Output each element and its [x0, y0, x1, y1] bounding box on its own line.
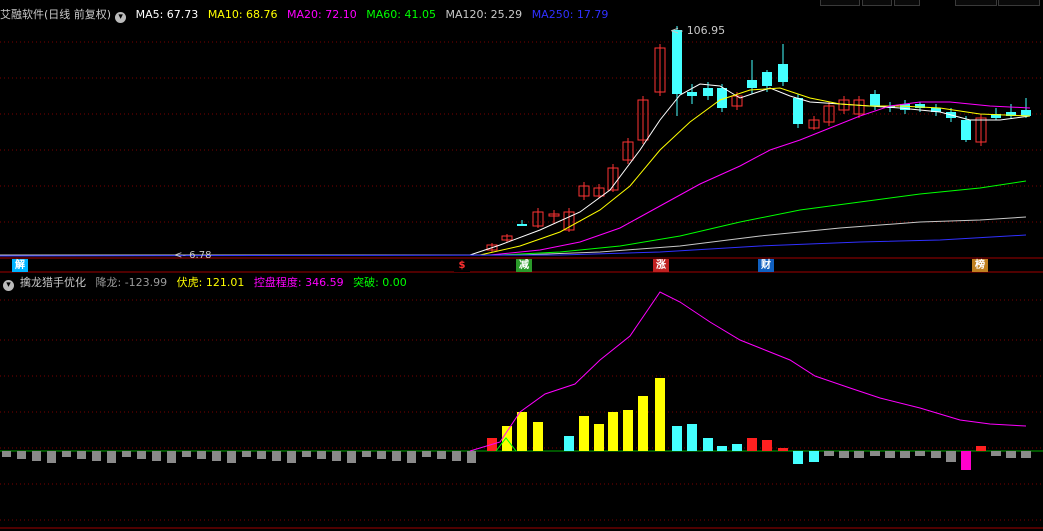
indicator-bar [762, 440, 772, 451]
candle-body-down [762, 72, 772, 86]
candle-body-down [961, 120, 971, 140]
indicator-bar-gray [92, 451, 101, 461]
indicator-bar-gray [347, 451, 356, 463]
candle-body-down [870, 94, 880, 106]
indicator-bar-gray [152, 451, 161, 461]
indicator-bar-gray [332, 451, 341, 461]
indicator-bar-gray [137, 451, 146, 459]
indicator-bar-gray [437, 451, 446, 459]
event-marker-jie[interactable]: 解 [12, 259, 28, 272]
ma10-line [0, 87, 1031, 256]
indicator-bar-negative [793, 451, 803, 464]
ma20-line [0, 101, 1031, 256]
indicator-bar-gray [17, 451, 26, 459]
candle-body-down [778, 64, 788, 82]
indicator-bar [687, 424, 697, 451]
indicator-bar [717, 446, 727, 451]
indicator-bar-negative [885, 451, 895, 458]
indicator-bar [517, 412, 527, 451]
indicator-bar [579, 416, 589, 451]
indicator-bar [594, 424, 604, 451]
indicator-bar-negative [931, 451, 941, 458]
high-price-value: 106.95 [686, 24, 726, 37]
event-marker-zhang[interactable]: 涨 [653, 259, 669, 272]
candle-body-down [703, 88, 713, 96]
indicator-bar-gray [32, 451, 41, 461]
indicator-bar-negative [961, 451, 971, 470]
indicator-bar-gray [2, 451, 11, 457]
indicator-bar-gray [122, 451, 131, 457]
indicator-bar [778, 448, 788, 451]
control-degree-line [469, 291, 1027, 452]
event-marker-dollar[interactable]: $ [454, 259, 470, 272]
indicator-bar-gray [77, 451, 86, 459]
indicator-bar-gray [182, 451, 191, 457]
indicator-bar-gray [377, 451, 386, 459]
indicator-bar [608, 412, 618, 451]
indicator-bar [747, 438, 757, 451]
candle-body-down [517, 224, 527, 226]
indicator-bar-gray [227, 451, 236, 463]
indicator-bar-gray [242, 451, 251, 457]
indicator-bar-gray [167, 451, 176, 463]
indicator-bar-gray [62, 451, 71, 457]
event-marker-cai[interactable]: 财 [758, 259, 774, 272]
indicator-bar-gray [107, 451, 116, 463]
indicator-bar-gray [257, 451, 266, 459]
indicator-bar-gray [392, 451, 401, 461]
indicator-bar-gray [317, 451, 326, 459]
high-price-label: <- 106.95 [670, 24, 726, 37]
indicator-bar-negative [915, 451, 925, 456]
low-price-label: <- 6.78 [174, 250, 212, 261]
indicator-bar-gray [47, 451, 56, 463]
ma60-line [0, 180, 1027, 256]
indicator-bar-gray [407, 451, 416, 463]
event-marker-bang[interactable]: 榜 [972, 259, 988, 272]
indicator-bar-gray [272, 451, 281, 461]
indicator-bar-gray [212, 451, 221, 461]
indicator-bar [638, 396, 648, 451]
indicator-bar-negative [870, 451, 880, 456]
indicator-bar-negative [824, 451, 834, 456]
indicator-bar-negative [854, 451, 864, 458]
low-price-value: 6.78 [189, 250, 212, 261]
indicator-bar-negative [809, 451, 819, 462]
indicator-bar-negative [1006, 451, 1016, 458]
indicator-bar-negative [900, 451, 910, 458]
indicator-bar [703, 438, 713, 451]
candle-body-down [687, 92, 697, 96]
candle-body-down [672, 30, 682, 94]
indicator-bar [976, 446, 986, 451]
indicator-bar-gray [287, 451, 296, 463]
indicator-bar-negative [991, 451, 1001, 456]
indicator-bar-negative [946, 451, 956, 462]
indicator-bar-gray [302, 451, 311, 457]
indicator-bar-gray [197, 451, 206, 459]
indicator-bar [655, 378, 665, 451]
event-marker-jian[interactable]: 减 [516, 259, 532, 272]
indicator-bar-negative [839, 451, 849, 458]
indicator-bar [564, 436, 574, 451]
candle-body-down [793, 98, 803, 124]
indicator-bar [533, 422, 543, 451]
indicator-bar [623, 410, 633, 451]
indicator-bar-negative [1021, 451, 1031, 458]
indicator-bar-gray [452, 451, 461, 461]
indicator-bar [732, 444, 742, 451]
candle-body-down [747, 80, 757, 88]
indicator-bar [672, 426, 682, 451]
indicator-bar-gray [362, 451, 371, 457]
candle-body-down [1021, 110, 1031, 116]
ma120-line [0, 216, 1027, 256]
indicator-bar-gray [422, 451, 431, 457]
indicator-bar-gray [467, 451, 476, 463]
